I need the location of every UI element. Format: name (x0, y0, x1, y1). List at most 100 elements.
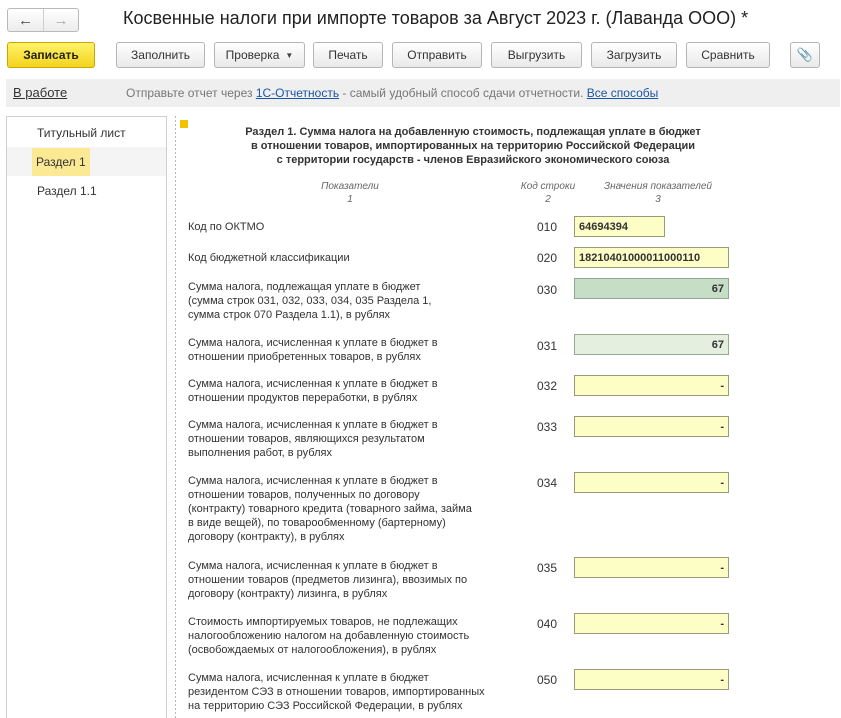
info-message: Отправьте отчет через 1С-Отчетность - са… (126, 86, 658, 100)
row-label-031: Сумма налога, исчисленная к уплате в бюд… (188, 336, 533, 364)
section-title-line: Раздел 1. Сумма налога на добавленную ст… (245, 126, 701, 138)
row-label-020: Код бюджетной классификации (188, 251, 533, 265)
row-label-033: Сумма налога, исчисленная к уплате в бюд… (188, 418, 533, 460)
navigation-buttons: ← → (7, 8, 79, 32)
compare-button[interactable]: Сравнить (686, 42, 770, 68)
tax-commodity-credit-input[interactable]: - (574, 472, 729, 493)
exempt-goods-value-input[interactable]: - (574, 613, 729, 634)
toolbar: Записать Заполнить Проверка ▼ Печать Отпр… (0, 42, 841, 70)
row-label-line: Код бюджетной классификации (188, 252, 350, 264)
import-button[interactable]: Загрузить (591, 42, 677, 68)
section-item-label: Титульный лист (37, 126, 126, 140)
row-code-034: 034 (536, 476, 558, 490)
column-header-indicators: Показатели 1 (280, 180, 420, 206)
row-label-line: Код по ОКТМО (188, 221, 265, 233)
row-label-line: Сумма налога, исчисленная к уплате в бюд… (188, 337, 438, 349)
row-label-line: в виде вещей), по товарообменному (барте… (188, 517, 446, 529)
section-item-label: Раздел 1 (32, 148, 90, 176)
section-item-section-1[interactable]: Раздел 1 (7, 147, 166, 176)
section-item-title-page[interactable]: Титульный лист (7, 118, 166, 147)
column-header-number: 2 (545, 194, 551, 205)
row-code-020: 020 (536, 251, 558, 265)
info-bar: В работе Отправьте отчет через 1С-Отчетн… (6, 79, 840, 107)
row-code-032: 032 (536, 379, 558, 393)
row-label-line: отношении товаров, являющихся результато… (188, 433, 425, 445)
row-label-040: Стоимость импортируемых товаров, не подл… (188, 615, 533, 657)
fill-button[interactable]: Заполнить (116, 42, 205, 68)
check-button-label: Проверка (225, 48, 280, 62)
column-header-number: 1 (347, 194, 353, 205)
row-code-033: 033 (536, 420, 558, 434)
tax-purchased-goods-field[interactable]: 67 (574, 334, 729, 355)
column-header-number: 3 (655, 194, 661, 205)
row-label-line: отношении продуктов переработки, в рубля… (188, 392, 418, 404)
row-label-line: (сумма строк 031, 032, 033, 034, 035 Раз… (188, 295, 432, 307)
info-text-after: - самый удобный способ сдачи отчетности. (339, 86, 587, 100)
chevron-down-icon: ▼ (285, 50, 294, 60)
tax-processed-products-input[interactable]: - (574, 375, 729, 396)
row-label-032: Сумма налога, исчисленная к уплате в бюд… (188, 377, 533, 405)
row-label-050: Сумма налога, исчисленная к уплате в бюд… (188, 671, 533, 713)
sections-panel: Титульный лист Раздел 1 Раздел 1.1 (6, 116, 167, 718)
row-label-line: отношении товаров, полученных по договор… (188, 489, 420, 501)
1c-reporting-link[interactable]: 1С-Отчетность (256, 86, 339, 100)
window-title: Косвенные налоги при импорте товаров за … (123, 8, 749, 28)
save-button[interactable]: Записать (7, 42, 95, 68)
tax-sez-resident-input[interactable]: - (574, 669, 729, 690)
row-label-line: Сумма налога, исчисленная к уплате в бюд… (188, 560, 438, 572)
column-header-code: Код строки 2 (513, 180, 583, 206)
section-title: Раздел 1. Сумма налога на добавленную ст… (213, 125, 733, 167)
row-label-line: Сумма налога, исчисленная к уплате в бюд… (188, 419, 438, 431)
check-dropdown-button[interactable]: Проверка ▼ (214, 42, 305, 68)
row-label-line: выполнения работ, в рублях (188, 447, 332, 459)
column-header-label: Код строки (520, 181, 576, 192)
paperclip-icon[interactable]: 📎 (790, 42, 820, 68)
row-label-line: (освобождаемых от налогообложения), в ру… (188, 644, 437, 656)
row-label-034: Сумма налога, исчисленная к уплате в бюд… (188, 474, 533, 544)
row-label-line: (контракту) товарного кредита (товарного… (188, 503, 472, 515)
forward-arrow-icon[interactable]: → (42, 9, 78, 31)
kbk-input[interactable]: 18210401000011000110 (574, 247, 729, 268)
row-label-line: на территорию СЭЗ Российской Федерации, … (188, 700, 463, 712)
row-code-010: 010 (536, 220, 558, 234)
form-left-border (175, 116, 176, 718)
row-label-line: отношении приобретенных товаров, в рубля… (188, 351, 421, 363)
send-button[interactable]: Отправить (392, 42, 482, 68)
row-code-050: 050 (536, 673, 558, 687)
oktmo-input[interactable]: 64694394 (574, 216, 665, 237)
section-item-label: Раздел 1.1 (37, 184, 97, 198)
export-button[interactable]: Выгрузить (491, 42, 582, 68)
back-arrow-icon[interactable]: ← (8, 9, 43, 31)
row-label-line: отношении товаров (предметов лизинга), в… (188, 574, 468, 586)
row-label-035: Сумма налога, исчисленная к уплате в бюд… (188, 559, 533, 601)
row-code-040: 040 (536, 617, 558, 631)
tax-total-field[interactable]: 67 (574, 278, 729, 299)
section-item-section-1-1[interactable]: Раздел 1.1 (7, 176, 166, 205)
row-label-line: Стоимость импортируемых товаров, не подл… (188, 616, 458, 628)
row-label-030: Сумма налога, подлежащая уплате в бюджет… (188, 280, 533, 322)
tax-work-results-input[interactable]: - (574, 416, 729, 437)
row-label-line: Сумма налога, исчисленная к уплате в бюд… (188, 475, 438, 487)
row-code-031: 031 (536, 339, 558, 353)
report-form: Раздел 1. Сумма налога на добавленную ст… (175, 116, 841, 718)
current-section-marker (180, 120, 188, 128)
row-label-010: Код по ОКТМО (188, 220, 533, 234)
info-text-before: Отправьте отчет через (126, 86, 256, 100)
row-label-line: Сумма налога, исчисленная к уплате в бюд… (188, 672, 429, 684)
column-header-label: Показатели (321, 181, 379, 192)
row-label-line: договору (контракту) лизинга, в рублях (188, 588, 388, 600)
status-link[interactable]: В работе (13, 85, 67, 100)
row-label-line: налогообложению налогом на добавленную с… (188, 630, 470, 642)
tax-leasing-input[interactable]: - (574, 557, 729, 578)
row-label-line: Сумма налога, исчисленная к уплате в бюд… (188, 378, 438, 390)
column-header-label: Значения показателей (603, 181, 712, 192)
section-title-line: в отношении товаров, импортированных на … (250, 140, 696, 152)
title-bar: ← → Косвенные налоги при импорте товаров… (0, 0, 841, 40)
row-label-line: резидентом СЭЗ в отношении товаров, импо… (188, 686, 485, 698)
column-header-values: Значения показателей 3 (583, 180, 733, 206)
print-button[interactable]: Печать (313, 42, 383, 68)
row-code-030: 030 (536, 283, 558, 297)
all-methods-link[interactable]: Все способы (587, 86, 659, 100)
row-label-line: Сумма налога, подлежащая уплате в бюджет (188, 281, 421, 293)
row-label-line: сумма строк 070 Раздела 1.1), в рублях (188, 309, 391, 321)
